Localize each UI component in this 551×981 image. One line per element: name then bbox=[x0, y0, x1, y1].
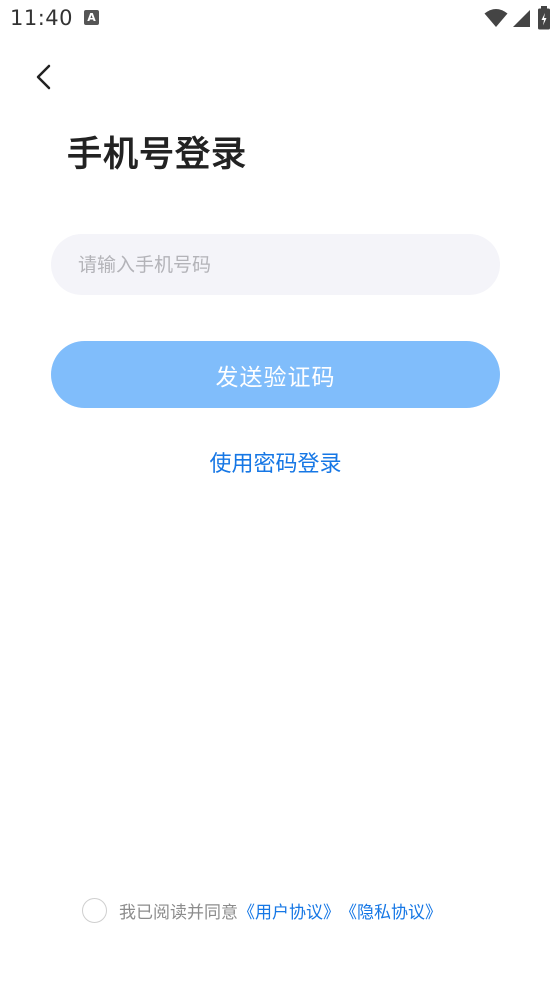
agreement-row: 我已阅读并同意 《用户协议》 《隐私协议》 bbox=[82, 895, 442, 925]
agreement-checkbox[interactable] bbox=[82, 897, 107, 923]
password-login-link[interactable]: 使用密码登录 bbox=[0, 446, 551, 478]
wifi-icon bbox=[484, 8, 508, 28]
status-icons bbox=[484, 6, 551, 30]
back-button[interactable] bbox=[26, 62, 60, 96]
notification-a-icon: A bbox=[84, 10, 99, 25]
phone-field[interactable] bbox=[51, 234, 500, 295]
login-screen: 11:40 A 手机号登录 请输入手机号码 发送验证码 使用密码登录 我已阅读并… bbox=[0, 0, 551, 981]
phone-input[interactable] bbox=[76, 252, 500, 277]
agreement-prefix-text: 我已阅读并同意 bbox=[119, 902, 238, 923]
send-code-button[interactable]: 发送验证码 bbox=[51, 341, 500, 408]
signal-icon bbox=[512, 9, 531, 28]
page-title: 手机号登录 bbox=[67, 135, 248, 175]
status-time: 11:40 bbox=[10, 6, 74, 30]
status-bar: 11:40 A bbox=[0, 0, 551, 38]
battery-icon bbox=[537, 6, 551, 30]
user-agreement-link[interactable]: 《用户协议》 bbox=[238, 898, 340, 923]
chevron-left-icon bbox=[34, 63, 52, 95]
privacy-policy-link[interactable]: 《隐私协议》 bbox=[340, 898, 442, 923]
